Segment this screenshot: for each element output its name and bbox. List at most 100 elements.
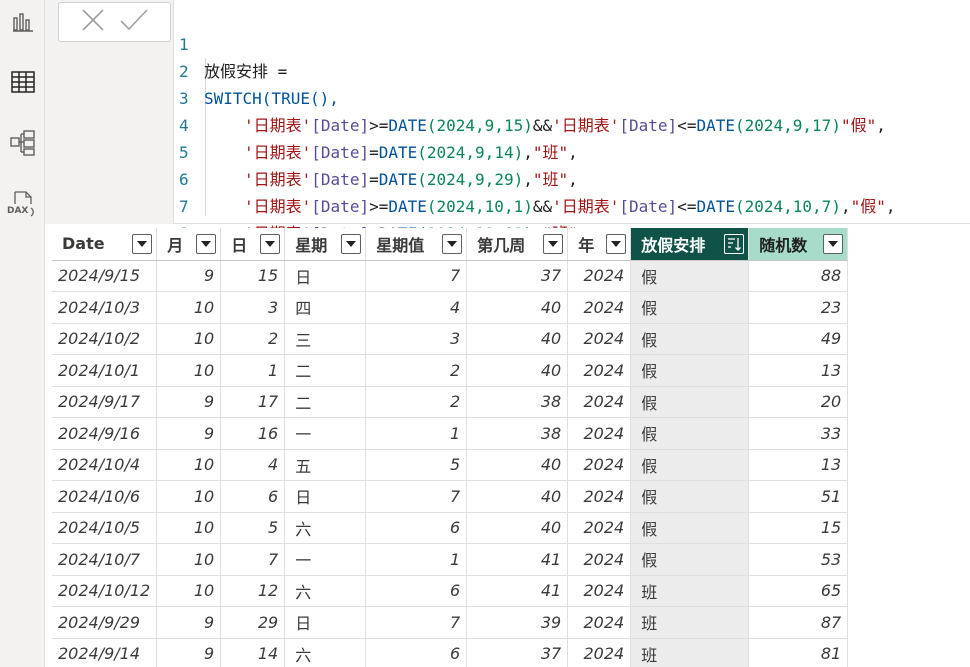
table-cell[interactable]: 假	[630, 354, 750, 387]
filter-dropdown-icon[interactable]	[341, 234, 362, 254]
table-cell[interactable]: 假	[630, 386, 750, 418]
table-cell[interactable]: 10	[156, 543, 222, 576]
dax-formula-editor[interactable]: 1 放假安排 = 2 SWITCH(TRUE(), 3 '日期表'[Date]>…	[173, 0, 970, 270]
column-header[interactable]: 第几周	[466, 228, 569, 261]
table-cell[interactable]: 2024	[567, 260, 632, 292]
table-cell[interactable]: 假	[630, 260, 750, 292]
table-cell[interactable]: 班	[630, 606, 750, 639]
table-cell[interactable]: 40	[466, 291, 569, 324]
table-cell[interactable]: 51	[748, 480, 849, 513]
table-cell[interactable]: 2024/10/1	[52, 354, 158, 387]
table-cell[interactable]: 2024/9/15	[52, 260, 158, 292]
table-cell[interactable]: 2024/9/17	[52, 386, 158, 418]
table-cell[interactable]: 10	[156, 512, 222, 544]
table-cell[interactable]: 53	[748, 543, 849, 576]
table-cell[interactable]: 9	[156, 606, 222, 639]
x-icon[interactable]	[80, 7, 106, 37]
table-cell[interactable]: 41	[466, 543, 569, 576]
table-cell[interactable]: 2	[220, 323, 286, 355]
table-cell[interactable]: 2024	[567, 480, 632, 513]
column-header[interactable]: 年	[567, 228, 632, 261]
table-cell[interactable]: 37	[466, 260, 569, 292]
column-header[interactable]: 放假安排	[630, 228, 750, 261]
table-cell[interactable]: 2024	[567, 291, 632, 324]
table-cell[interactable]: 假	[630, 291, 750, 324]
table-cell[interactable]: 10	[156, 449, 222, 481]
table-cell[interactable]: 4	[220, 449, 286, 481]
table-cell[interactable]: 四	[284, 291, 367, 324]
table-cell[interactable]: 16	[220, 417, 286, 450]
table-cell[interactable]: 9	[156, 417, 222, 450]
table-cell[interactable]: 10	[156, 480, 222, 513]
table-cell[interactable]: 日	[284, 480, 367, 513]
table-cell[interactable]: 39	[466, 606, 569, 639]
table-cell[interactable]: 20	[748, 386, 849, 418]
table-cell[interactable]: 1	[365, 543, 468, 576]
table-cell[interactable]: 日	[284, 260, 367, 292]
table-cell[interactable]: 23	[748, 291, 849, 324]
table-cell[interactable]: 2024/10/4	[52, 449, 158, 481]
table-cell[interactable]: 29	[220, 606, 286, 639]
table-cell[interactable]: 10	[156, 291, 222, 324]
column-header[interactable]: 月	[156, 228, 222, 261]
table-cell[interactable]: 假	[630, 543, 750, 576]
table-cell[interactable]: 13	[748, 449, 849, 481]
table-cell[interactable]: 六	[284, 638, 367, 667]
table-cell[interactable]: 2024/10/7	[52, 543, 158, 576]
table-cell[interactable]: 9	[156, 260, 222, 292]
table-cell[interactable]: 2024	[567, 449, 632, 481]
column-header[interactable]: 星期	[284, 228, 367, 261]
table-cell[interactable]: 49	[748, 323, 849, 355]
table-cell[interactable]: 10	[156, 575, 222, 607]
table-cell[interactable]: 五	[284, 449, 367, 481]
table-cell[interactable]: 6	[365, 512, 468, 544]
table-cell[interactable]: 88	[748, 260, 849, 292]
table-cell[interactable]: 38	[466, 417, 569, 450]
table-cell[interactable]: 5	[220, 512, 286, 544]
table-cell[interactable]: 日	[284, 606, 367, 639]
table-cell[interactable]: 一	[284, 543, 367, 576]
table-cell[interactable]: 2024	[567, 323, 632, 355]
table-cell[interactable]: 81	[748, 638, 849, 667]
table-cell[interactable]: 40	[466, 449, 569, 481]
table-cell[interactable]: 41	[466, 575, 569, 607]
dax-query-view-icon[interactable]: DAX	[7, 188, 39, 220]
table-cell[interactable]: 40	[466, 323, 569, 355]
filter-dropdown-icon[interactable]	[132, 234, 153, 254]
table-cell[interactable]: 7	[365, 260, 468, 292]
column-header[interactable]: 星期值	[365, 228, 468, 261]
table-cell[interactable]: 6	[365, 638, 468, 667]
table-view-icon[interactable]	[7, 66, 39, 98]
table-cell[interactable]: 六	[284, 575, 367, 607]
table-cell[interactable]: 5	[365, 449, 468, 481]
report-view-icon[interactable]	[7, 6, 39, 38]
table-cell[interactable]: 二	[284, 386, 367, 418]
filter-dropdown-icon[interactable]	[606, 234, 627, 254]
table-cell[interactable]: 7	[220, 543, 286, 576]
table-cell[interactable]: 6	[220, 480, 286, 513]
table-cell[interactable]: 17	[220, 386, 286, 418]
table-cell[interactable]: 2024/9/29	[52, 606, 158, 639]
table-cell[interactable]: 10	[156, 323, 222, 355]
table-cell[interactable]: 9	[156, 638, 222, 667]
table-cell[interactable]: 六	[284, 512, 367, 544]
table-cell[interactable]: 9	[156, 386, 222, 418]
table-cell[interactable]: 假	[630, 512, 750, 544]
model-view-icon[interactable]	[7, 127, 39, 159]
table-cell[interactable]: 2024/9/16	[52, 417, 158, 450]
table-cell[interactable]: 40	[466, 354, 569, 387]
filter-dropdown-icon[interactable]	[196, 234, 217, 254]
table-cell[interactable]: 假	[630, 323, 750, 355]
table-cell[interactable]: 40	[466, 480, 569, 513]
table-cell[interactable]: 2024/10/12	[52, 575, 158, 607]
table-cell[interactable]: 二	[284, 354, 367, 387]
table-cell[interactable]: 3	[220, 291, 286, 324]
filter-dropdown-icon[interactable]	[260, 234, 281, 254]
table-cell[interactable]: 33	[748, 417, 849, 450]
table-cell[interactable]: 65	[748, 575, 849, 607]
table-cell[interactable]: 假	[630, 480, 750, 513]
table-cell[interactable]: 15	[748, 512, 849, 544]
table-cell[interactable]: 7	[365, 606, 468, 639]
column-header[interactable]: 随机数	[748, 228, 849, 261]
sort-icon[interactable]	[724, 234, 745, 254]
